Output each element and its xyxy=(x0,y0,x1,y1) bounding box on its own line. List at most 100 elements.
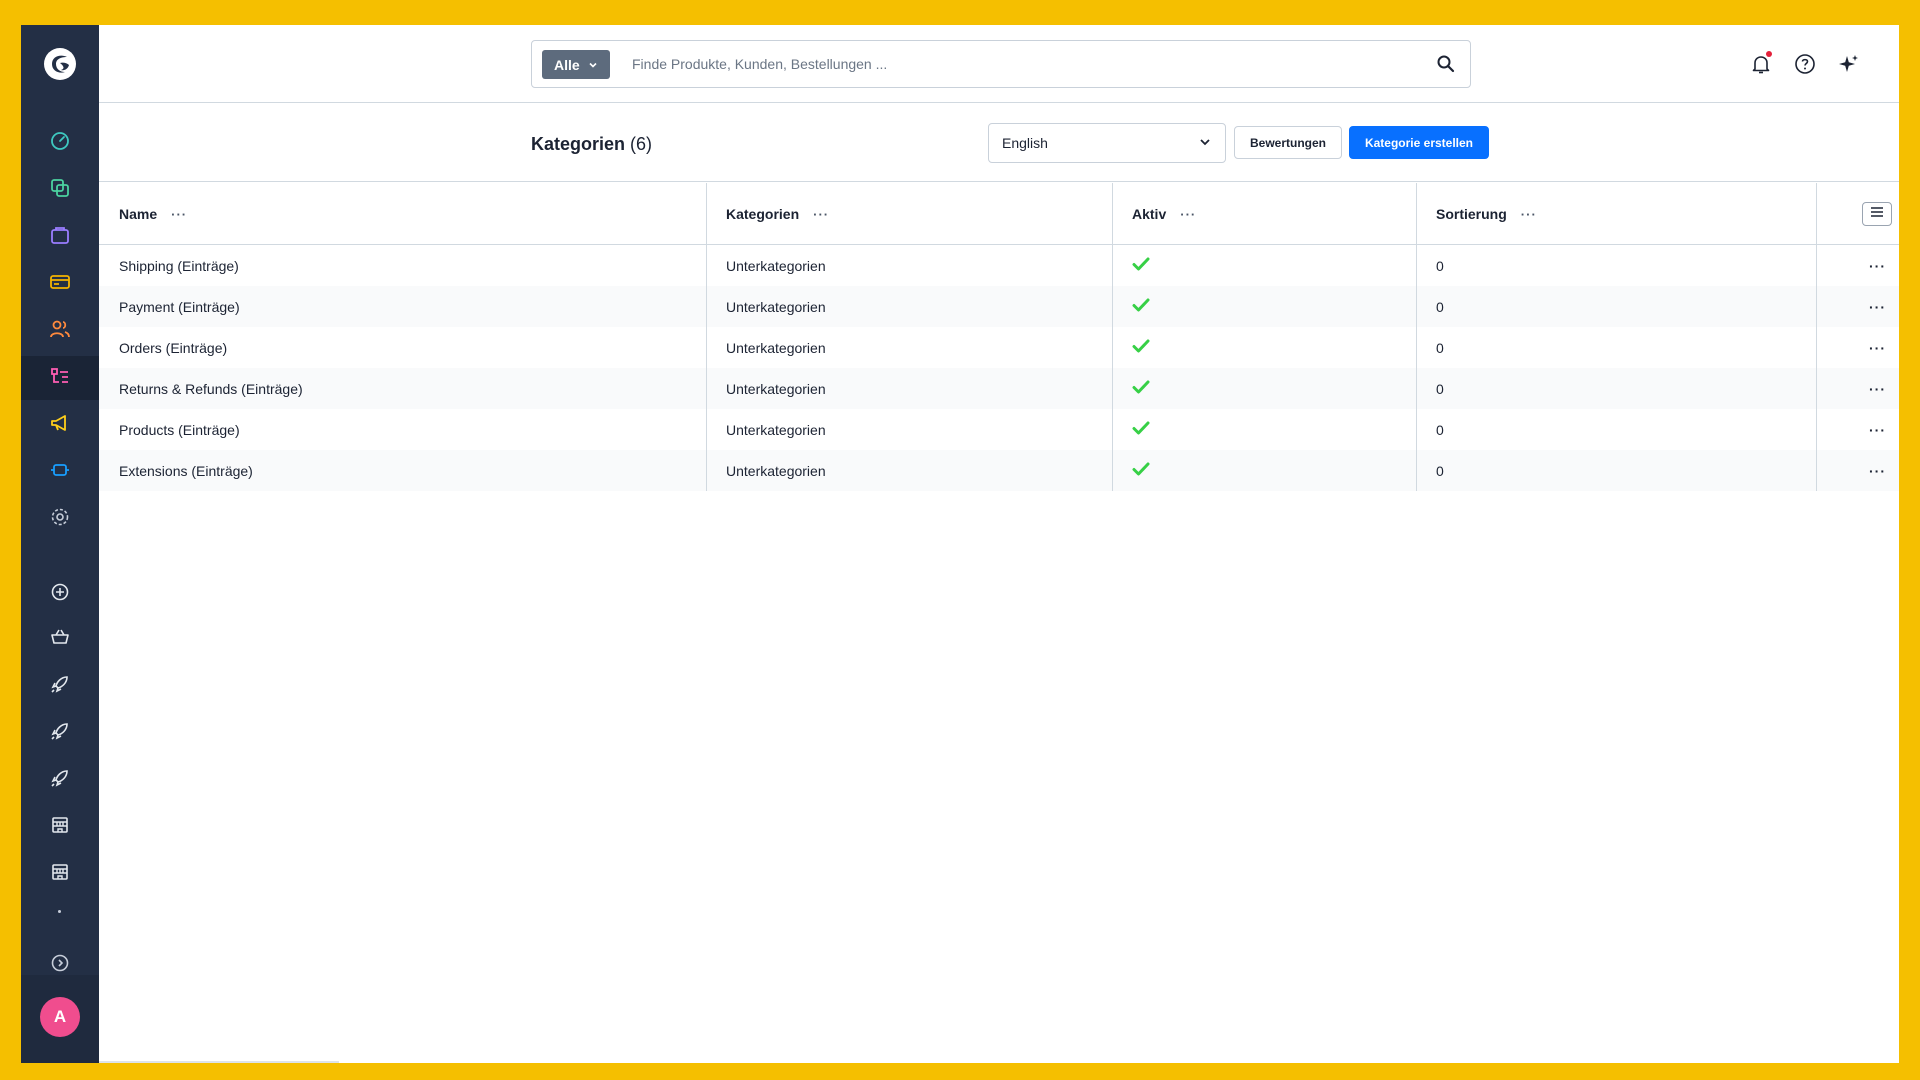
sidebar-item-payment[interactable] xyxy=(21,262,99,306)
sidebar-item-rocket-3[interactable] xyxy=(21,758,99,802)
search-type-select[interactable]: Alle xyxy=(542,50,610,79)
column-menu-icon[interactable]: ··· xyxy=(1521,207,1537,222)
table-row[interactable]: Returns & Refunds (Einträge) Unterkategor… xyxy=(99,368,1899,409)
category-name-link[interactable]: Products (Einträge) xyxy=(119,422,240,438)
sidebar-item-dashboard[interactable] xyxy=(21,121,99,165)
search-input[interactable] xyxy=(632,51,1412,77)
category-name-link[interactable]: Extensions (Einträge) xyxy=(119,463,253,479)
settings-icon xyxy=(49,506,71,533)
table-row[interactable]: Payment (Einträge) Unterkategorien 0 ··· xyxy=(99,286,1899,327)
horizontal-scrollbar[interactable] xyxy=(99,1061,339,1063)
storefront-icon xyxy=(49,861,71,888)
sidebar-item-content[interactable] xyxy=(21,356,99,400)
global-search: Alle xyxy=(531,40,1471,88)
chevron-down-icon xyxy=(1198,135,1212,152)
row-actions-menu-icon[interactable]: ··· xyxy=(1869,245,1886,286)
cell-active xyxy=(1112,450,1416,491)
cell-name[interactable]: Extensions (Einträge) xyxy=(99,450,706,491)
cell-active xyxy=(1112,368,1416,409)
sidebar-item-settings[interactable] xyxy=(21,497,99,541)
language-select[interactable]: English xyxy=(988,123,1226,163)
sidebar-item-sales-channel[interactable] xyxy=(21,617,99,661)
table-row[interactable]: Shipping (Einträge) Unterkategorien 0 ··· xyxy=(99,245,1899,286)
help-icon[interactable] xyxy=(1793,52,1817,76)
rocket-icon xyxy=(49,720,71,747)
cell-name[interactable]: Payment (Einträge) xyxy=(99,286,706,327)
cell-name[interactable]: Shipping (Einträge) xyxy=(99,245,706,286)
marketing-icon xyxy=(49,412,71,439)
cell-categories: Unterkategorien xyxy=(706,450,1112,491)
grid-header: Name ··· Kategorien ··· Aktiv ··· Sortie… xyxy=(99,183,1899,245)
cell-name[interactable]: Returns & Refunds (Einträge) xyxy=(99,368,706,409)
sidebar-item-catalogue[interactable] xyxy=(21,168,99,212)
table-row[interactable]: Orders (Einträge) Unterkategorien 0 ··· xyxy=(99,327,1899,368)
checkmark-icon xyxy=(1132,380,1150,397)
row-actions-menu-icon[interactable]: ··· xyxy=(1869,368,1886,409)
catalogue-icon xyxy=(49,177,71,204)
table-row[interactable]: Extensions (Einträge) Unterkategorien 0 ··· xyxy=(99,450,1899,491)
sidebar-item-marketing[interactable] xyxy=(21,403,99,447)
sidebar-item-add[interactable] xyxy=(21,572,99,616)
column-menu-icon[interactable]: ··· xyxy=(813,207,829,222)
cell-position: 0 xyxy=(1416,450,1816,491)
position-value: 0 xyxy=(1436,339,1444,356)
rocket-icon xyxy=(49,767,71,794)
sidebar-user-area: A xyxy=(21,975,99,1063)
column-header-label: Name xyxy=(119,206,158,222)
cell-name[interactable]: Products (Einträge) xyxy=(99,409,706,450)
sidebar-item-rocket-1[interactable] xyxy=(21,664,99,708)
content-icon xyxy=(49,365,71,392)
category-name-link[interactable]: Payment (Einträge) xyxy=(119,299,240,315)
grid-body: Shipping (Einträge) Unterkategorien 0 ··· Pa… xyxy=(99,245,1899,491)
category-name-link[interactable]: Orders (Einträge) xyxy=(119,340,227,356)
column-header-position[interactable]: Sortierung ··· xyxy=(1416,183,1816,245)
sidebar-item-orders[interactable] xyxy=(21,215,99,259)
checkmark-icon xyxy=(1132,257,1150,274)
sidebar-item-rocket-2[interactable] xyxy=(21,711,99,755)
table-row[interactable]: Products (Einträge) Unterkategorien 0 ··· xyxy=(99,409,1899,450)
language-select-value: English xyxy=(1002,135,1048,151)
row-actions-menu-icon[interactable]: ··· xyxy=(1869,409,1886,450)
position-value: 0 xyxy=(1436,257,1444,274)
dashboard-icon xyxy=(49,130,71,157)
category-name-link[interactable]: Shipping (Einträge) xyxy=(119,258,239,274)
cell-categories: Unterkategorien xyxy=(706,245,1112,286)
column-divider xyxy=(1816,183,1817,491)
cell-name[interactable]: Orders (Einträge) xyxy=(99,327,706,368)
checkmark-icon xyxy=(1132,421,1150,438)
page-header: Kategorien (6) English Bewertungen Kateg… xyxy=(99,104,1899,182)
cell-categories: Unterkategorien xyxy=(706,286,1112,327)
column-menu-icon[interactable]: ··· xyxy=(171,207,187,222)
page-title-count: (6) xyxy=(630,134,653,154)
position-value: 0 xyxy=(1436,421,1444,438)
cell-position: 0 xyxy=(1416,245,1816,286)
sidebar-item-store-1[interactable] xyxy=(21,805,99,849)
notification-badge xyxy=(1766,51,1772,57)
cell-active xyxy=(1112,286,1416,327)
row-actions-menu-icon[interactable]: ··· xyxy=(1869,450,1886,491)
column-header-label: Aktiv xyxy=(1132,206,1167,222)
position-value: 0 xyxy=(1436,298,1444,315)
create-category-button[interactable]: Kategorie erstellen xyxy=(1349,126,1489,159)
avatar[interactable]: A xyxy=(40,997,80,1037)
customers-icon xyxy=(49,318,71,345)
cell-active xyxy=(1112,409,1416,450)
column-header-name[interactable]: Name ··· xyxy=(99,183,706,245)
sidebar-item-store-2[interactable] xyxy=(21,852,99,896)
search-icon[interactable] xyxy=(1436,54,1456,74)
row-actions-menu-icon[interactable]: ··· xyxy=(1869,327,1886,368)
reviews-button[interactable]: Bewertungen xyxy=(1234,126,1342,159)
category-name-link[interactable]: Returns & Refunds (Einträge) xyxy=(119,381,303,397)
column-header-active[interactable]: Aktiv ··· xyxy=(1112,183,1416,245)
subcategories-text: Unterkategorien xyxy=(726,257,826,274)
grid-settings-button[interactable] xyxy=(1862,202,1892,226)
bell-icon[interactable] xyxy=(1749,51,1773,76)
column-menu-icon[interactable]: ··· xyxy=(1180,207,1196,222)
sidebar-item-customers[interactable] xyxy=(21,309,99,353)
position-value: 0 xyxy=(1436,380,1444,397)
sparkle-ai-icon[interactable] xyxy=(1837,52,1861,76)
shopware-logo-icon[interactable] xyxy=(43,47,77,81)
sidebar-item-extensions[interactable] xyxy=(21,450,99,494)
column-header-categories[interactable]: Kategorien ··· xyxy=(706,183,1112,245)
row-actions-menu-icon[interactable]: ··· xyxy=(1869,286,1886,327)
